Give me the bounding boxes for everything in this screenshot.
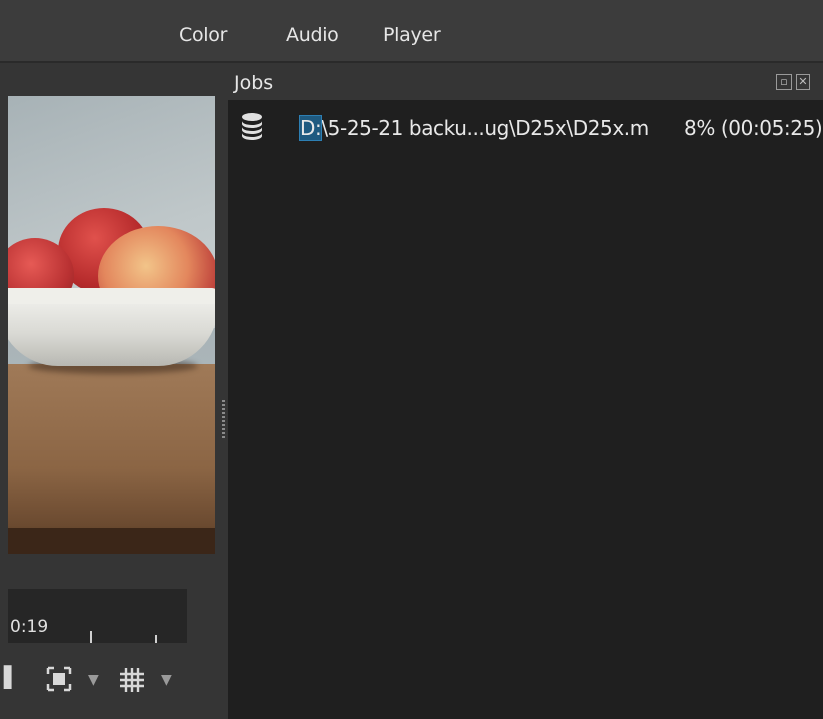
zoom-fit-icon[interactable] (46, 666, 72, 698)
timecode-label: 0:19 (10, 617, 49, 637)
database-icon (240, 112, 262, 142)
timeline-tick (90, 631, 92, 643)
video-bowl (8, 294, 215, 366)
toolbar-divider (0, 61, 823, 63)
job-file-drive: D: (298, 115, 323, 141)
timeline-ruler[interactable]: 0:19 (8, 589, 187, 643)
jobs-panel-header: Jobs ▫ ✕ (228, 64, 823, 100)
video-bowl-rim (8, 288, 215, 304)
jobs-panel-title: Jobs (234, 72, 274, 94)
job-progress-status: 8% (00:05:25) (684, 116, 823, 140)
video-table (8, 364, 215, 554)
chevron-down-icon[interactable]: ▼ (88, 672, 99, 688)
chevron-down-icon[interactable]: ▼ (161, 672, 172, 688)
toolbar-audio-button[interactable]: Audio (286, 24, 339, 46)
timeline-tick (155, 635, 157, 643)
splitter-grip-icon[interactable] (222, 400, 225, 438)
video-preview (8, 96, 215, 554)
skip-next-icon[interactable]: ▌ (4, 665, 19, 689)
jobs-list[interactable]: D:\5-25-21 backu...ug\D25x\D25x.m 8% (00… (228, 100, 823, 719)
job-file-path[interactable]: D:\5-25-21 backu...ug\D25x\D25x.m (298, 115, 649, 141)
video-table-edge (8, 528, 215, 554)
top-toolbar: Color Audio Player (0, 0, 823, 62)
close-panel-icon[interactable]: ✕ (796, 74, 810, 90)
job-row[interactable]: D:\5-25-21 backu...ug\D25x\D25x.m 8% (00… (228, 104, 823, 150)
toolbar-player-button[interactable]: Player (383, 24, 441, 46)
float-panel-icon[interactable]: ▫ (776, 74, 792, 90)
toolbar-color-button[interactable]: Color (179, 24, 227, 46)
grid-icon[interactable] (118, 666, 146, 700)
job-file-path-rest: \5-25-21 backu...ug\D25x\D25x.m (321, 116, 649, 140)
